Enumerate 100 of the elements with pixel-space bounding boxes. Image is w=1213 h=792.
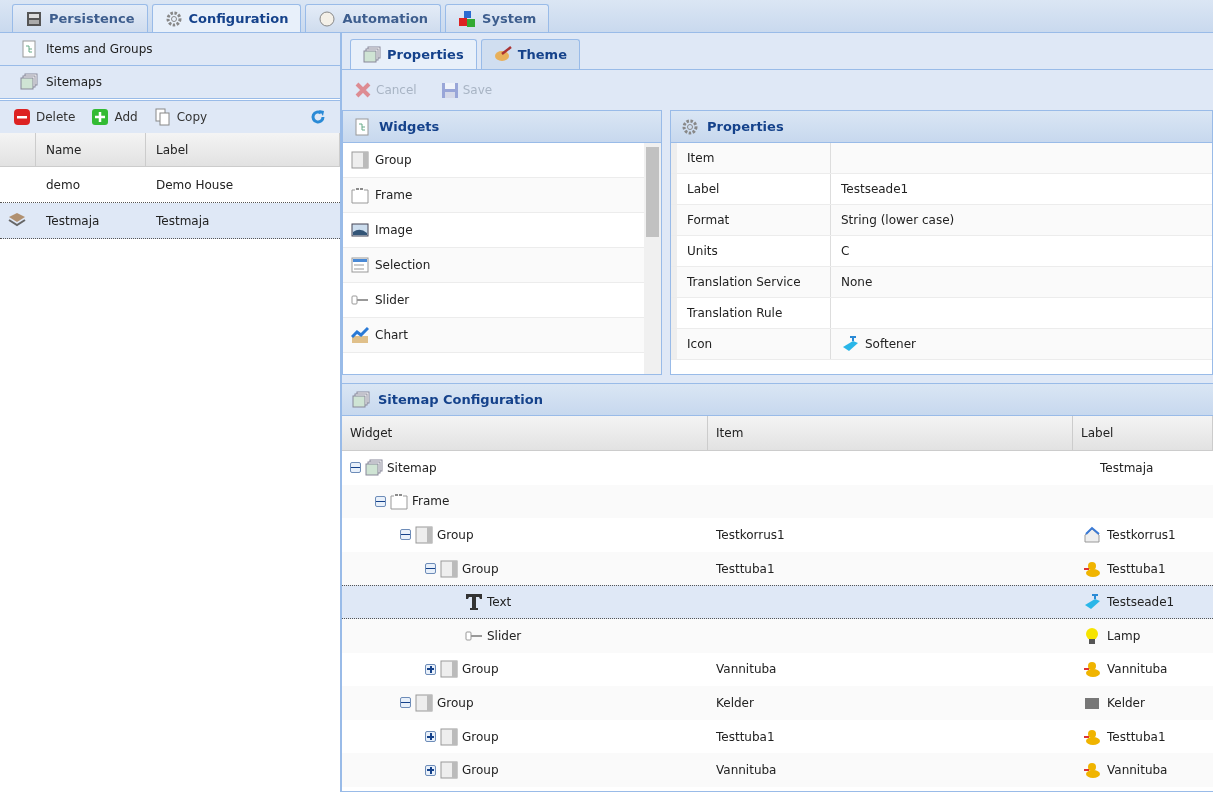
floppy-icon [440, 81, 459, 99]
accordion-header[interactable]: Sitemaps [0, 66, 340, 99]
expand-toggle[interactable] [425, 663, 436, 675]
blocks-icon [458, 9, 477, 28]
widget-label: Group [437, 528, 474, 542]
property-value[interactable]: C [831, 236, 1212, 266]
tree-row[interactable]: Slider Lamp [342, 618, 1213, 653]
property-value[interactable]: String (lower case) [831, 205, 1212, 235]
duck-icon [1083, 727, 1101, 746]
tree-row[interactable]: Group Testtuba1 Testtuba1 [342, 551, 1213, 586]
collapse-toggle[interactable] [400, 529, 411, 541]
accordion-header[interactable]: Items and Groups [0, 33, 340, 66]
pages-icon [352, 390, 370, 409]
widget-label: Group [437, 695, 474, 710]
column-header[interactable]: Name [36, 133, 146, 166]
table-cell-text: demo [45, 176, 82, 194]
widget-label: Group [462, 561, 499, 576]
column-header[interactable]: Widget [342, 416, 708, 450]
sitemap-row[interactable]: Testmaja Testmaja [0, 203, 340, 239]
tree-row[interactable]: Group Testkorrus1 Testkorrus1 [342, 518, 1213, 552]
delete-button[interactable]: Delete [10, 106, 79, 128]
column-header[interactable]: Label [146, 133, 340, 166]
table-cell: Vannituba [1107, 662, 1168, 677]
expand-toggle[interactable] [425, 731, 436, 743]
duck-icon [1083, 559, 1101, 578]
tab[interactable]: Properties [350, 39, 477, 69]
table-cell: Testtuba1 [716, 729, 775, 744]
widget-label: Text [487, 595, 512, 610]
property-name: Item [671, 143, 831, 173]
table-cell: Testtuba1 [1107, 729, 1166, 744]
refresh-icon [309, 108, 327, 126]
database-icon [25, 9, 43, 28]
cross-icon [354, 81, 372, 99]
minus-icon [13, 108, 31, 126]
widget-label: Group [462, 729, 499, 744]
table-cell-text: Demo House [155, 176, 235, 194]
panel-title: Properties [707, 119, 784, 134]
table-cell: Vannituba [1107, 763, 1168, 778]
main-tab[interactable]: Automation [305, 4, 442, 32]
table-cell: Lamp [1107, 628, 1141, 643]
collapse-toggle[interactable] [425, 563, 436, 575]
table-cell: Testkorrus1 [716, 528, 785, 542]
panel-icon [415, 693, 433, 712]
duck-icon [1083, 660, 1101, 679]
house-icon [1083, 526, 1101, 544]
plus-icon [91, 108, 110, 126]
main-tab[interactable]: Configuration [151, 4, 302, 32]
collapse-toggle[interactable] [375, 495, 386, 507]
property-name: Icon [671, 329, 831, 359]
panel-icon [440, 660, 458, 679]
pages-icon [365, 458, 383, 477]
widget-label: Frame [412, 494, 450, 509]
tree-row[interactable]: Group Testtuba1 Testtuba1 [342, 719, 1213, 754]
widget-item[interactable]: Chart [343, 318, 644, 353]
collapse-toggle[interactable] [350, 462, 361, 474]
panel-icon [440, 761, 458, 780]
widget-item[interactable]: Frame [343, 178, 644, 213]
table-cell: Testtuba1 [1107, 561, 1166, 576]
tree-row[interactable]: Group Kelder Kelder [342, 686, 1213, 720]
table-cell: Kelder [716, 695, 754, 710]
tree-row[interactable]: Group Vannituba Vannituba [342, 652, 1213, 687]
image-icon [351, 221, 369, 239]
chart-icon [351, 326, 369, 344]
panel-icon [351, 151, 369, 169]
panel-icon [415, 526, 433, 544]
widget-label: Slider [487, 628, 522, 643]
panel-icon [440, 727, 458, 746]
table-cell: Testkorrus1 [1107, 528, 1176, 542]
panel-title: Widgets [379, 119, 440, 134]
table-cell: Testmaja [1100, 460, 1154, 475]
property-name: Translation Service [671, 267, 831, 297]
copy-icon [153, 108, 172, 126]
property-value[interactable]: Softener [831, 329, 1212, 359]
table-cell: Vannituba [716, 763, 777, 778]
table-cell: Kelder [1107, 695, 1145, 710]
tree-row[interactable]: Frame [342, 484, 1213, 519]
frame-icon [351, 186, 369, 204]
table-cell: Testtuba1 [716, 561, 775, 576]
bulb-icon [1083, 626, 1101, 645]
scrollbar[interactable] [644, 143, 661, 374]
expand-toggle[interactable] [425, 764, 436, 776]
table-cell: Testseade1 [1107, 595, 1175, 610]
tab[interactable]: Theme [480, 39, 580, 69]
property-value[interactable]: Testseade1 [831, 174, 1212, 204]
pages-icon [363, 45, 381, 64]
column-header[interactable]: Item [708, 416, 1073, 450]
collapse-toggle[interactable] [400, 697, 411, 709]
copy-button[interactable]: Copy [150, 106, 211, 128]
panel-title: Sitemap Configuration [378, 392, 543, 407]
tree-row[interactable]: Sitemap Testmaja [342, 451, 1213, 485]
widget-item[interactable]: Selection [343, 248, 644, 283]
table-cell-text: Testmaja [155, 212, 211, 230]
add-button[interactable]: Add [88, 106, 141, 128]
main-tab[interactable]: Persistence [12, 4, 148, 32]
column-header[interactable]: Label [1073, 416, 1213, 450]
table-cell: Vannituba [716, 662, 777, 677]
tree-row[interactable]: Text Testseade1 [342, 585, 1213, 619]
tree-row[interactable]: Group Vannituba Vannituba [342, 753, 1213, 787]
main-tab[interactable]: System [445, 4, 550, 32]
property-value[interactable]: None [831, 267, 1212, 297]
